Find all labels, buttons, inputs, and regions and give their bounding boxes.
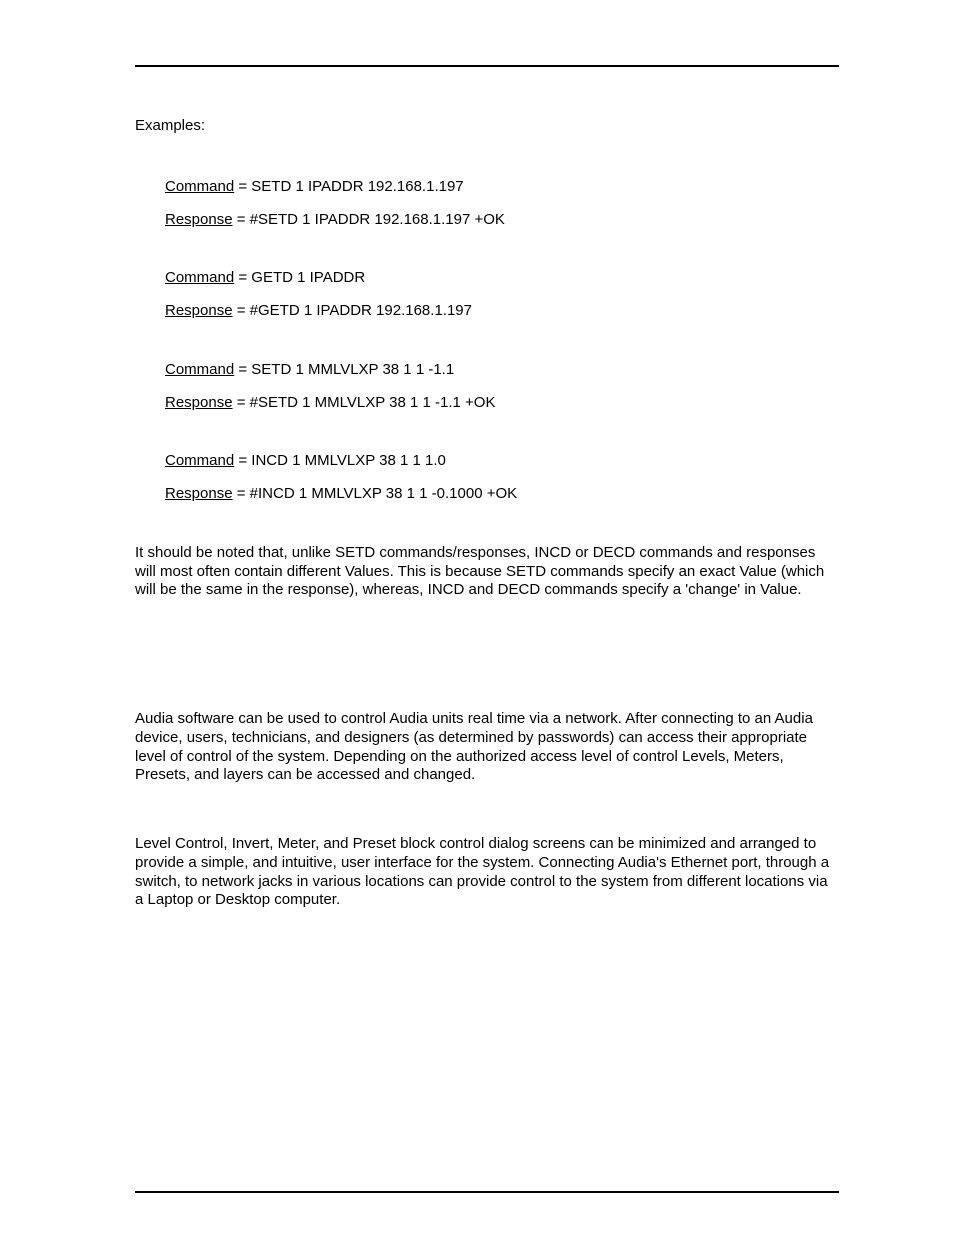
body-paragraph-2: Audia software can be used to control Au… <box>135 710 839 785</box>
response-line: Response = #GETD 1 IPADDR 192.168.1.197 <box>165 302 839 321</box>
command-label: Command <box>165 269 234 286</box>
bottom-horizontal-rule <box>135 1191 839 1193</box>
document-page: Examples: Command = SETD 1 IPADDR 192.16… <box>0 0 954 1235</box>
response-label: Response <box>165 485 233 502</box>
example-pair: Command = SETD 1 MMLVLXP 38 1 1 -1.1 Res… <box>165 361 839 413</box>
response-line: Response = #INCD 1 MMLVLXP 38 1 1 -0.100… <box>165 485 839 504</box>
response-line: Response = #SETD 1 MMLVLXP 38 1 1 -1.1 +… <box>165 394 839 413</box>
body-paragraph-1: It should be noted that, unlike SETD com… <box>135 544 839 600</box>
response-label: Response <box>165 394 233 411</box>
response-label: Response <box>165 211 233 228</box>
command-value: = GETD 1 IPADDR <box>234 269 365 286</box>
body-paragraph-3: Level Control, Invert, Meter, and Preset… <box>135 835 839 910</box>
command-value: = INCD 1 MMLVLXP 38 1 1 1.0 <box>234 452 446 469</box>
command-label: Command <box>165 452 234 469</box>
command-line: Command = INCD 1 MMLVLXP 38 1 1 1.0 <box>165 452 839 471</box>
command-line: Command = SETD 1 IPADDR 192.168.1.197 <box>165 178 839 197</box>
response-value: = #SETD 1 MMLVLXP 38 1 1 -1.1 +OK <box>233 394 496 411</box>
command-label: Command <box>165 178 234 195</box>
command-line: Command = SETD 1 MMLVLXP 38 1 1 -1.1 <box>165 361 839 380</box>
response-line: Response = #SETD 1 IPADDR 192.168.1.197 … <box>165 211 839 230</box>
command-line: Command = GETD 1 IPADDR <box>165 269 839 288</box>
response-label: Response <box>165 302 233 319</box>
example-pair: Command = INCD 1 MMLVLXP 38 1 1 1.0 Resp… <box>165 452 839 504</box>
response-value: = #INCD 1 MMLVLXP 38 1 1 -0.1000 +OK <box>233 485 518 502</box>
command-value: = SETD 1 IPADDR 192.168.1.197 <box>234 178 463 195</box>
examples-heading: Examples: <box>135 117 839 136</box>
example-pair: Command = GETD 1 IPADDR Response = #GETD… <box>165 269 839 321</box>
response-value: = #SETD 1 IPADDR 192.168.1.197 +OK <box>233 211 505 228</box>
response-value: = #GETD 1 IPADDR 192.168.1.197 <box>233 302 472 319</box>
example-pair: Command = SETD 1 IPADDR 192.168.1.197 Re… <box>165 178 839 230</box>
command-value: = SETD 1 MMLVLXP 38 1 1 -1.1 <box>234 361 454 378</box>
top-horizontal-rule <box>135 65 839 67</box>
command-label: Command <box>165 361 234 378</box>
examples-block: Command = SETD 1 IPADDR 192.168.1.197 Re… <box>135 178 839 504</box>
